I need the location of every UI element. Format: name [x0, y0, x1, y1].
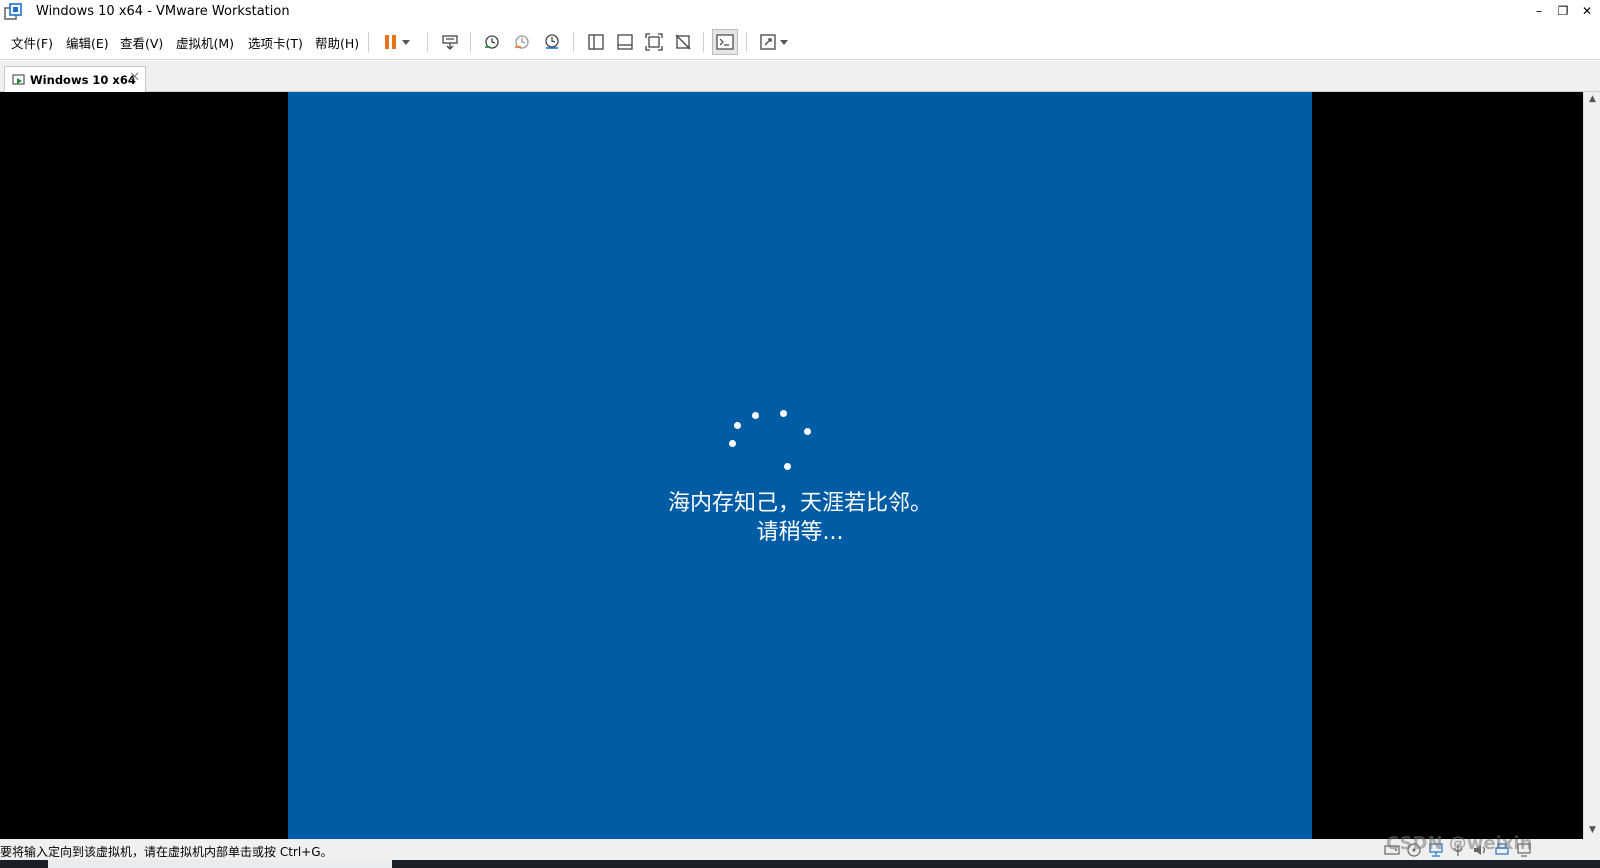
vmware-logo-icon	[4, 3, 22, 20]
menu-tabs[interactable]: 选项卡(T)	[248, 33, 303, 52]
dropdown-arrow-icon[interactable]	[778, 31, 790, 53]
scroll-down-icon[interactable]: ▼	[1587, 825, 1598, 835]
menu-vm[interactable]: 虚拟机(M)	[176, 33, 234, 52]
show-thumbnail-bar-icon[interactable]	[614, 31, 636, 53]
toolbar-separator	[427, 32, 428, 52]
toolbar-separator	[746, 32, 747, 52]
tab-close-icon[interactable]: ✕	[129, 70, 140, 85]
tab-windows-10-x64[interactable]: Windows 10 x64 ✕	[4, 66, 146, 92]
snapshot-manager-icon[interactable]	[541, 31, 563, 53]
maximize-button[interactable]: ❐	[1550, 0, 1576, 24]
toolbar-separator	[703, 32, 704, 52]
toolbar-separator	[368, 32, 369, 52]
status-bar: 要将输入定向到该虚拟机，请在虚拟机内部单击或按 Ctrl+G。 CSDN @we…	[0, 833, 1600, 860]
csdn-watermark: CSDN @weixin	[1386, 833, 1533, 854]
full-screen-icon[interactable]	[643, 31, 665, 53]
pause-icon[interactable]	[380, 31, 402, 53]
title-bar: Windows 10 x64 - VMware Workstation – ❐ …	[0, 0, 1600, 24]
setup-message-line1: 海内存知己，天涯若比邻。	[667, 491, 932, 516]
close-window-button[interactable]: ✕	[1574, 0, 1600, 24]
tab-label: Windows 10 x64	[30, 73, 136, 87]
minimize-button[interactable]: –	[1526, 0, 1552, 24]
stretch-guest-icon[interactable]	[757, 31, 779, 53]
vm-running-icon	[12, 74, 25, 85]
vm-tab-strip: Windows 10 x64 ✕	[0, 61, 1600, 92]
menu-file[interactable]: 文件(F)	[11, 33, 53, 52]
guest-screen[interactable]: 海内存知己，天涯若比邻。 请稍等...	[288, 92, 1312, 839]
toolbar-separator	[470, 32, 471, 52]
dropdown-arrow-icon[interactable]	[400, 31, 412, 53]
status-message: 要将输入定向到该虚拟机，请在虚拟机内部单击或按 Ctrl+G。	[0, 845, 333, 859]
vm-console[interactable]: 海内存知己，天涯若比邻。 请稍等...	[0, 92, 1583, 839]
snapshot-revert-icon[interactable]	[511, 31, 533, 53]
unity-icon[interactable]	[672, 31, 694, 53]
toolbar-separator	[573, 32, 574, 52]
taskbar-search-area	[48, 860, 392, 868]
send-ctrl-alt-del-icon[interactable]	[439, 31, 461, 53]
menu-toolbar: 文件(F) 编辑(E) 查看(V) 虚拟机(M) 选项卡(T) 帮助(H)	[0, 24, 1600, 60]
console-view-icon[interactable]	[712, 29, 738, 55]
show-library-icon[interactable]	[585, 31, 607, 53]
menu-view[interactable]: 查看(V)	[120, 33, 163, 52]
snapshot-take-icon[interactable]	[481, 31, 503, 53]
host-taskbar	[0, 860, 1600, 868]
menu-help[interactable]: 帮助(H)	[315, 33, 359, 52]
setup-message-line2: 请稍等...	[756, 520, 844, 545]
scroll-up-icon[interactable]: ▲	[1587, 94, 1598, 104]
menu-edit[interactable]: 编辑(E)	[66, 33, 109, 52]
vertical-scrollbar[interactable]: ▲ ▼	[1583, 92, 1600, 839]
window-title: Windows 10 x64 - VMware Workstation	[36, 4, 290, 19]
